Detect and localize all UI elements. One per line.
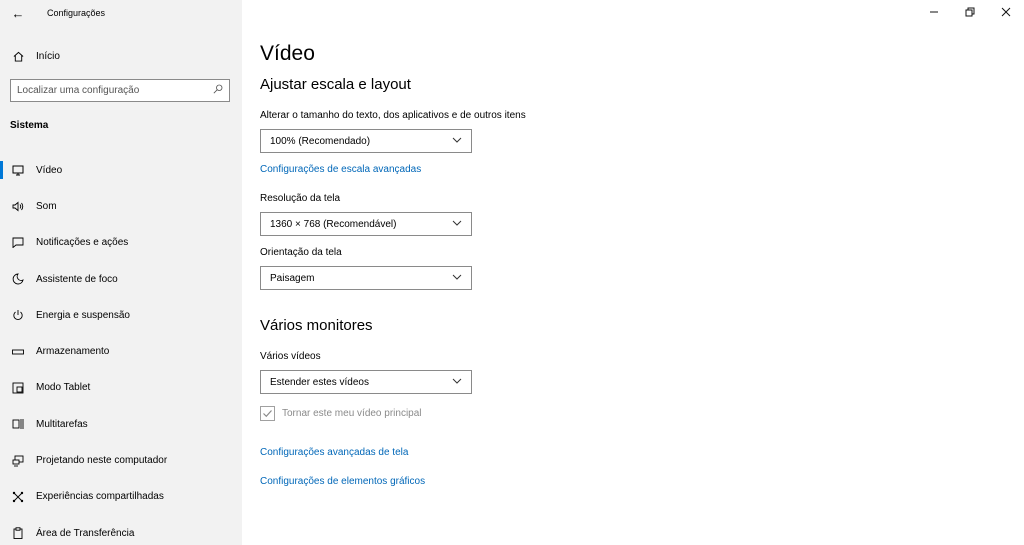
resolution-value: 1360 × 768 (Recomendável) bbox=[270, 218, 397, 230]
chevron-down-icon bbox=[452, 215, 462, 233]
scale-label: Alterar o tamanho do texto, dos aplicati… bbox=[260, 110, 526, 121]
sidebar-item-tablet[interactable]: Modo Tablet bbox=[0, 370, 242, 406]
app-title: Configurações bbox=[47, 8, 106, 18]
resolution-label: Resolução da tela bbox=[260, 193, 341, 204]
sidebar-item-home[interactable]: Início bbox=[0, 44, 242, 68]
sidebar-item-label: Área de Transferência bbox=[36, 527, 135, 539]
chevron-down-icon bbox=[452, 132, 462, 150]
moon-icon bbox=[0, 273, 36, 285]
orientation-label: Orientação da tela bbox=[260, 247, 342, 258]
projector-icon bbox=[0, 455, 36, 467]
search-placeholder: Localizar uma configuração bbox=[17, 85, 140, 96]
sidebar: ← Configurações Início Localizar uma con… bbox=[0, 0, 242, 545]
chevron-down-icon bbox=[452, 373, 462, 391]
storage-icon bbox=[0, 348, 36, 356]
home-icon bbox=[0, 51, 36, 62]
multitask-icon bbox=[0, 418, 36, 430]
sidebar-item-label: Modo Tablet bbox=[36, 382, 91, 394]
graphics-settings-link[interactable]: Configurações de elementos gráficos bbox=[260, 476, 425, 487]
window-controls bbox=[916, 0, 1024, 26]
search-input[interactable]: Localizar uma configuração bbox=[10, 79, 230, 102]
section-title-monitors: Vários monitores bbox=[260, 317, 373, 334]
back-button[interactable]: ← bbox=[0, 0, 36, 26]
nav-list: Vídeo Som Notificações e ações Assistent… bbox=[0, 152, 242, 545]
sidebar-item-label: Assistente de foco bbox=[36, 273, 118, 285]
title-bar: ← Configurações bbox=[0, 0, 242, 26]
page-title: Vídeo bbox=[260, 42, 315, 65]
sidebar-item-label: Multitarefas bbox=[36, 418, 88, 430]
sidebar-item-clipboard[interactable]: Área de Transferência bbox=[0, 515, 242, 545]
restore-icon bbox=[965, 7, 975, 20]
monitors-value: Estender estes vídeos bbox=[270, 376, 369, 388]
chevron-down-icon bbox=[452, 269, 462, 287]
section-label-system: Sistema bbox=[10, 120, 49, 131]
sidebar-item-label: Projetando neste computador bbox=[36, 455, 168, 467]
orientation-dropdown[interactable]: Paisagem bbox=[260, 266, 472, 290]
scale-value: 100% (Recomendado) bbox=[270, 135, 371, 147]
main-display-checkbox[interactable] bbox=[260, 406, 275, 421]
main-display-checkbox-row[interactable]: Tornar este meu vídeo principal bbox=[260, 406, 422, 421]
sidebar-item-power[interactable]: Energia e suspensão bbox=[0, 297, 242, 333]
home-label: Início bbox=[36, 50, 60, 62]
close-button[interactable] bbox=[988, 0, 1024, 26]
monitor-icon bbox=[0, 165, 36, 176]
advanced-display-link[interactable]: Configurações avançadas de tela bbox=[260, 447, 408, 458]
sidebar-item-projecting[interactable]: Projetando neste computador bbox=[0, 442, 242, 478]
tablet-icon bbox=[0, 382, 36, 394]
section-title-scale: Ajustar escala e layout bbox=[260, 76, 411, 93]
sidebar-item-label: Energia e suspensão bbox=[36, 309, 130, 321]
notification-icon bbox=[0, 237, 36, 249]
sidebar-item-sound[interactable]: Som bbox=[0, 188, 242, 224]
resolution-dropdown[interactable]: 1360 × 768 (Recomendável) bbox=[260, 212, 472, 236]
scale-dropdown[interactable]: 100% (Recomendado) bbox=[260, 129, 472, 153]
orientation-value: Paisagem bbox=[270, 272, 315, 284]
monitors-label: Vários vídeos bbox=[260, 351, 321, 362]
minimize-button[interactable] bbox=[916, 0, 952, 26]
minimize-icon bbox=[929, 7, 939, 20]
sidebar-item-label: Notificações e ações bbox=[36, 237, 129, 249]
sidebar-item-label: Armazenamento bbox=[36, 346, 110, 358]
sidebar-item-notifications[interactable]: Notificações e ações bbox=[0, 225, 242, 261]
sidebar-item-multitasking[interactable]: Multitarefas bbox=[0, 406, 242, 442]
advanced-scaling-link[interactable]: Configurações de escala avançadas bbox=[260, 164, 421, 175]
arrow-left-icon: ← bbox=[11, 5, 25, 21]
power-icon bbox=[0, 309, 36, 321]
close-icon bbox=[1001, 7, 1011, 20]
sidebar-item-label: Som bbox=[36, 200, 57, 212]
monitors-dropdown[interactable]: Estender estes vídeos bbox=[260, 370, 472, 394]
sidebar-item-label: Experiências compartilhadas bbox=[36, 491, 164, 503]
sidebar-item-focus-assist[interactable]: Assistente de foco bbox=[0, 261, 242, 297]
settings-window: ← Configurações Início Localizar uma con… bbox=[0, 0, 1024, 545]
restore-button[interactable] bbox=[952, 0, 988, 26]
sidebar-item-shared-experiences[interactable]: Experiências compartilhadas bbox=[0, 479, 242, 515]
search-icon bbox=[213, 84, 223, 97]
main-display-label: Tornar este meu vídeo principal bbox=[282, 408, 422, 419]
clipboard-icon bbox=[0, 527, 36, 540]
speaker-icon bbox=[0, 201, 36, 212]
checkmark-icon bbox=[263, 410, 272, 418]
sidebar-item-video[interactable]: Vídeo bbox=[0, 152, 242, 188]
sidebar-item-label: Vídeo bbox=[36, 164, 63, 176]
sidebar-item-storage[interactable]: Armazenamento bbox=[0, 333, 242, 369]
share-icon bbox=[0, 491, 36, 503]
